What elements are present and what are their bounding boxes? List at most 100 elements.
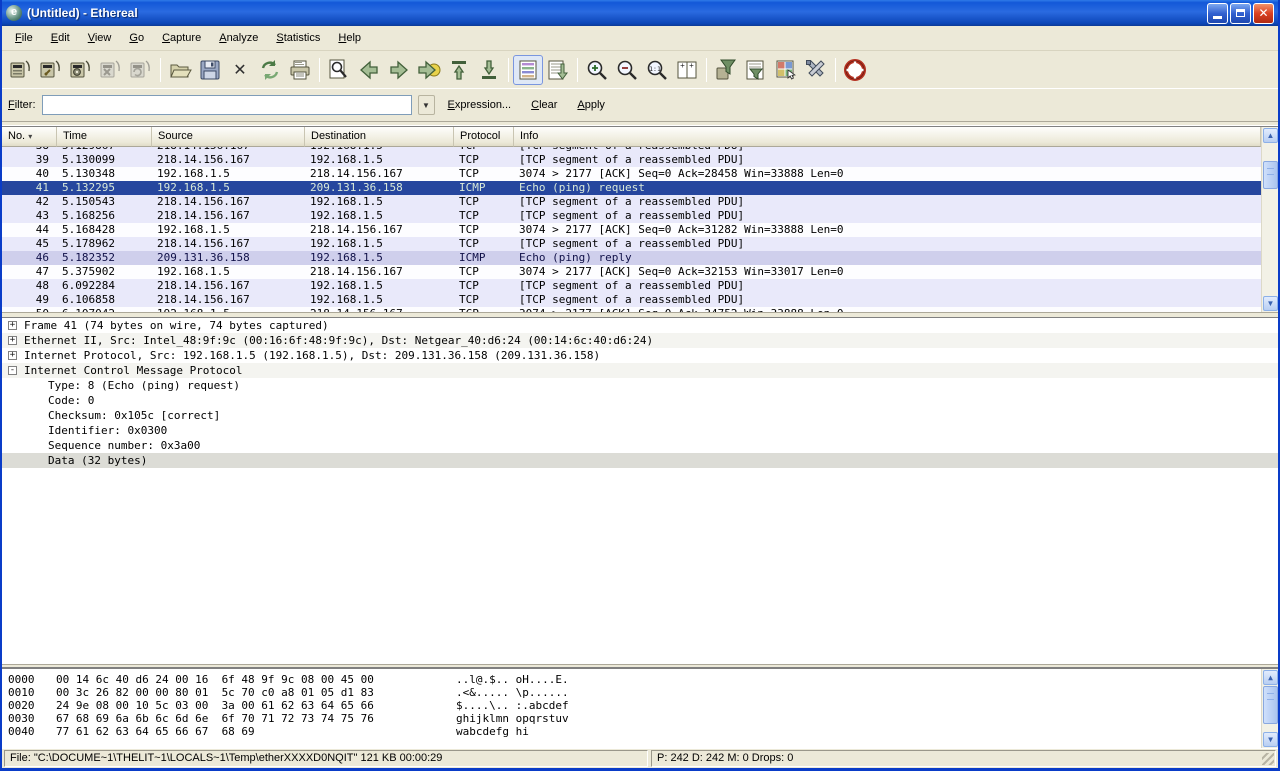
print-icon[interactable] [285, 55, 315, 85]
menubar: File Edit View Go Capture Analyze Statis… [2, 26, 1278, 51]
column-header-no[interactable]: No. ▾ [2, 127, 57, 147]
packet-row[interactable]: 455.178962218.14.156.167192.168.1.5TCP[T… [2, 237, 1261, 251]
scroll-down-icon[interactable]: ▼ [1263, 732, 1278, 747]
preferences-icon[interactable] [801, 55, 831, 85]
capture-options-icon[interactable] [36, 55, 66, 85]
clear-button[interactable]: Clear [524, 96, 564, 114]
packet-row[interactable]: 475.375902192.168.1.5218.14.156.167TCP30… [2, 265, 1261, 279]
minimize-button[interactable] [1207, 3, 1228, 24]
detail-line-type[interactable]: Type: 8 (Echo (ping) request) [2, 378, 1278, 393]
zoom-100-icon[interactable]: 1:1 [642, 55, 672, 85]
menu-capture[interactable]: Capture [153, 29, 210, 47]
packet-row[interactable]: 465.182352209.131.36.158192.168.1.5ICMPE… [2, 251, 1261, 265]
close-file-icon[interactable]: ✕ [225, 55, 255, 85]
resize-grip[interactable] [1262, 753, 1274, 765]
scroll-thumb[interactable] [1263, 686, 1278, 724]
scroll-up-icon[interactable]: ▲ [1263, 670, 1278, 685]
packet-row[interactable]: 435.168256218.14.156.167192.168.1.5TCP[T… [2, 209, 1261, 223]
menu-view[interactable]: View [79, 29, 121, 47]
find-packet-icon[interactable] [324, 55, 354, 85]
hex-row[interactable]: 004077 61 62 63 64 65 66 67 68 69wabcdef… [8, 725, 1255, 738]
menu-file[interactable]: File [6, 29, 42, 47]
close-button[interactable]: ✕ [1253, 3, 1274, 24]
packet-row[interactable]: 496.106858218.14.156.167192.168.1.5TCP[T… [2, 293, 1261, 307]
titlebar[interactable]: e (Untitled) - Ethereal ✕ [2, 0, 1278, 26]
filter-toolbar: Filter: ▼ Expression... Clear Apply [2, 89, 1278, 121]
goto-first-icon[interactable] [444, 55, 474, 85]
save-file-icon[interactable] [195, 55, 225, 85]
collapse-icon[interactable]: - [8, 366, 17, 375]
menu-go[interactable]: Go [120, 29, 153, 47]
detail-line-ethernet[interactable]: +Ethernet II, Src: Intel_48:9f:9c (00:16… [2, 333, 1278, 348]
expand-icon[interactable]: + [8, 351, 17, 360]
filter-dropdown-icon[interactable]: ▼ [418, 95, 435, 115]
goto-last-icon[interactable] [474, 55, 504, 85]
zoom-out-icon[interactable] [612, 55, 642, 85]
column-header-source[interactable]: Source [152, 127, 305, 147]
packet-row[interactable]: 395.130099218.14.156.167192.168.1.5TCP[T… [2, 153, 1261, 167]
menu-edit[interactable]: Edit [42, 29, 79, 47]
restore-button[interactable] [1230, 3, 1251, 24]
filter-input[interactable] [42, 95, 412, 115]
detail-line-ip[interactable]: +Internet Protocol, Src: 192.168.1.5 (19… [2, 348, 1278, 363]
packet-row-selected[interactable]: 415.132295192.168.1.5209.131.36.158ICMPE… [2, 181, 1261, 195]
packet-row[interactable]: 425.150543218.14.156.167192.168.1.5TCP[T… [2, 195, 1261, 209]
packet-row[interactable]: 445.168428192.168.1.5218.14.156.167TCP30… [2, 223, 1261, 237]
hex-row[interactable]: 001000 3c 26 82 00 00 80 01 5c 70 c0 a8 … [8, 686, 1255, 699]
display-filter-icon[interactable] [741, 55, 771, 85]
ethereal-window: e (Untitled) - Ethereal ✕ File Edit View… [0, 0, 1280, 771]
detail-line-code[interactable]: Code: 0 [2, 393, 1278, 408]
capture-filter-icon[interactable] [711, 55, 741, 85]
packet-list-pane: No. ▾ Time Source Destination Protocol I… [2, 126, 1278, 312]
hex-pane-scrollbar[interactable]: ▲ ▼ [1261, 669, 1278, 748]
packet-row[interactable]: 506.107042192.168.1.5218.14.156.167TCP30… [2, 307, 1261, 312]
detail-line-icmp[interactable]: -Internet Control Message Protocol [2, 363, 1278, 378]
capture-restart-icon[interactable] [126, 55, 156, 85]
go-back-icon[interactable] [354, 55, 384, 85]
colorize-packets-icon[interactable] [513, 55, 543, 85]
detail-line-identifier[interactable]: Identifier: 0x0300 [2, 423, 1278, 438]
column-header-time[interactable]: Time [57, 127, 152, 147]
sort-indicator-icon: ▾ [28, 132, 32, 141]
hex-row[interactable]: 003067 68 69 6a 6b 6c 6d 6e 6f 70 71 72 … [8, 712, 1255, 725]
main-toolbar: ✕ [2, 51, 1278, 89]
capture-stop-icon[interactable] [96, 55, 126, 85]
auto-scroll-icon[interactable] [543, 55, 573, 85]
capture-start-icon[interactable] [66, 55, 96, 85]
packet-row[interactable]: 405.130348192.168.1.5218.14.156.167TCP30… [2, 167, 1261, 181]
coloring-rules-icon[interactable] [771, 55, 801, 85]
packet-list-body: 385.129867218.14.156.167192.168.1.5TCP[T… [2, 147, 1261, 312]
help-icon[interactable] [840, 55, 870, 85]
menu-statistics[interactable]: Statistics [267, 29, 329, 47]
detail-line-data[interactable]: Data (32 bytes) [2, 453, 1278, 468]
goto-packet-icon[interactable] [414, 55, 444, 85]
packet-details-pane: +Frame 41 (74 bytes on wire, 74 bytes ca… [2, 318, 1278, 664]
resize-columns-icon[interactable]: ++ [672, 55, 702, 85]
toolbar-separator [319, 58, 320, 82]
menu-help[interactable]: Help [329, 29, 370, 47]
svg-text:+: + [689, 61, 694, 70]
apply-button[interactable]: Apply [570, 96, 612, 114]
hex-row[interactable]: 002024 9e 08 00 10 5c 03 00 3a 00 61 62 … [8, 699, 1255, 712]
expand-icon[interactable]: + [8, 321, 17, 330]
reload-icon[interactable] [255, 55, 285, 85]
go-forward-icon[interactable] [384, 55, 414, 85]
menu-analyze[interactable]: Analyze [210, 29, 267, 47]
list-interfaces-icon[interactable] [6, 55, 36, 85]
column-header-protocol[interactable]: Protocol [454, 127, 514, 147]
detail-line-checksum[interactable]: Checksum: 0x105c [correct] [2, 408, 1278, 423]
expression-button[interactable]: Expression... [441, 96, 519, 114]
packet-row[interactable]: 486.092284218.14.156.167192.168.1.5TCP[T… [2, 279, 1261, 293]
packet-list-scrollbar[interactable]: ▲ ▼ [1261, 127, 1278, 312]
scroll-thumb[interactable] [1263, 161, 1278, 189]
expand-icon[interactable]: + [8, 336, 17, 345]
scroll-up-icon[interactable]: ▲ [1263, 128, 1278, 143]
scroll-down-icon[interactable]: ▼ [1263, 296, 1278, 311]
open-file-icon[interactable] [165, 55, 195, 85]
column-header-destination[interactable]: Destination [305, 127, 454, 147]
detail-line-frame[interactable]: +Frame 41 (74 bytes on wire, 74 bytes ca… [2, 318, 1278, 333]
zoom-in-icon[interactable] [582, 55, 612, 85]
detail-line-sequence[interactable]: Sequence number: 0x3a00 [2, 438, 1278, 453]
column-header-info[interactable]: Info [514, 127, 1261, 147]
hex-row[interactable]: 000000 14 6c 40 d6 24 00 16 6f 48 9f 9c … [8, 673, 1255, 686]
